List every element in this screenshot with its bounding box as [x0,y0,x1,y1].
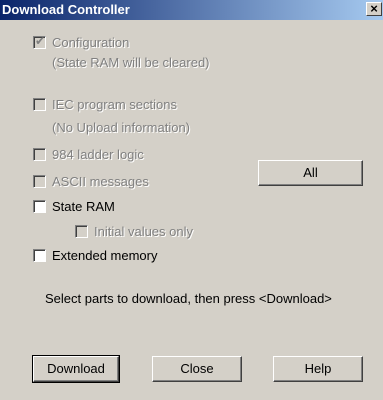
dialog-title: Download Controller [2,2,130,17]
close-icon: × [370,1,378,16]
all-button[interactable]: All [258,160,363,186]
initial-values-option[interactable]: Initial values only [75,222,193,240]
help-button[interactable]: Help [273,356,363,382]
initial-values-checkbox[interactable] [75,224,88,238]
configuration-checkbox[interactable]: ✔ [33,33,46,49]
close-button[interactable]: Close [152,356,242,382]
extended-memory-option[interactable]: Extended memory [33,246,158,264]
configuration-label: Configuration [52,34,130,50]
instruction-text: Select parts to download, then press <Do… [45,291,332,306]
ascii-messages-label: ASCII messages [52,173,149,189]
iec-sections-note: (No Upload information) [52,120,191,135]
state-ram-option[interactable]: State RAM [33,197,115,215]
ascii-messages-checkbox[interactable] [33,174,46,188]
ladder-logic-label: 984 ladder logic [52,146,144,162]
configuration-option[interactable]: ✔ Configuration [33,33,129,51]
title-bar[interactable]: Download Controller × [0,0,383,20]
initial-values-label: Initial values only [94,223,193,239]
download-button[interactable]: Download [32,355,120,383]
ladder-logic-option[interactable]: 984 ladder logic [33,145,144,163]
check-icon: ✔ [35,33,46,48]
state-ram-label: State RAM [52,198,115,214]
iec-sections-option[interactable]: IEC program sections [33,95,177,113]
extended-memory-checkbox[interactable] [33,248,46,262]
close-window-button[interactable]: × [366,2,382,16]
ladder-logic-checkbox[interactable] [33,147,46,161]
configuration-note: (State RAM will be cleared) [52,55,210,70]
download-controller-dialog: Download Controller × ✔ Configuration (S… [0,0,383,400]
state-ram-checkbox[interactable] [33,199,46,213]
extended-memory-label: Extended memory [52,247,158,263]
iec-sections-checkbox[interactable] [33,97,46,111]
ascii-messages-option[interactable]: ASCII messages [33,172,149,190]
iec-sections-label: IEC program sections [52,96,177,112]
